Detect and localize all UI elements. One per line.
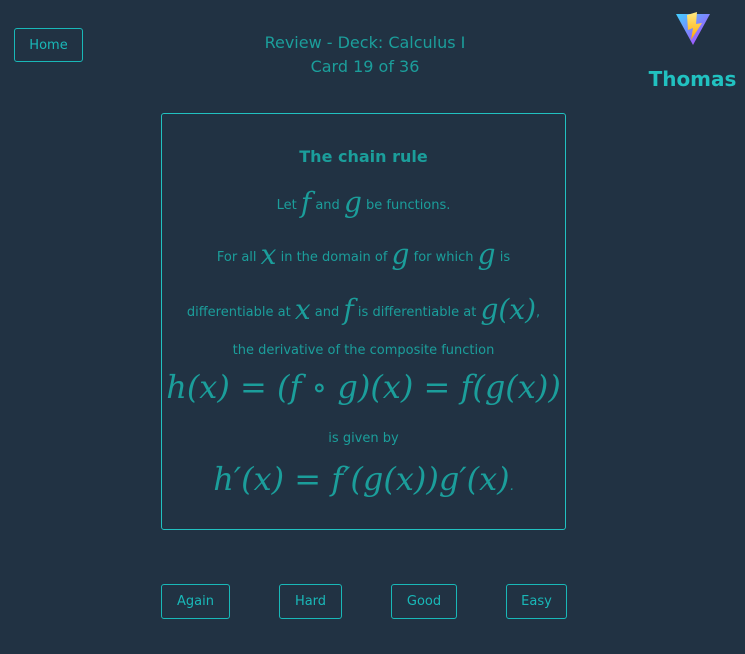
text: Let <box>276 198 297 213</box>
text: be functions. <box>366 198 451 213</box>
text: For all <box>216 250 257 265</box>
text: is <box>499 250 511 265</box>
math-g: g <box>391 238 410 271</box>
card-line-2: For all x in the domain of g for which g… <box>162 238 565 271</box>
text: in the domain of <box>280 250 388 265</box>
given-text: is given by <box>328 431 399 446</box>
deck-title: Review - Deck: Calculus I <box>264 33 466 52</box>
text: differentiable at <box>186 305 291 320</box>
math-gx: g(x) <box>480 293 536 326</box>
math-f: f <box>300 186 312 219</box>
text: is differentiable at <box>357 305 477 320</box>
user-name[interactable]: Thomas <box>640 67 745 91</box>
flashcard: The chain rule Let f and g be functions.… <box>161 113 566 530</box>
card-title: The chain rule <box>299 147 428 166</box>
again-button[interactable]: Again <box>161 584 230 619</box>
math-x: x <box>294 293 311 326</box>
card-counter: Card 19 of 36 <box>310 57 420 76</box>
card-line-1: Let f and g be functions. <box>162 186 565 219</box>
text: , <box>536 305 541 320</box>
formula-period: . <box>509 479 514 494</box>
good-button[interactable]: Good <box>391 584 457 619</box>
math-g: g <box>477 238 496 271</box>
formula-composite: h(x) = (f ∘ g)(x) = f(g(x)) <box>166 368 561 406</box>
math-g: g <box>343 186 362 219</box>
formula-chain-rule: h′(x) = f′(g(x))g′(x). <box>162 460 565 498</box>
composite-text: the derivative of the composite function <box>232 343 495 358</box>
formula-body: h′(x) = f′(g(x))g′(x) <box>213 460 510 498</box>
review-header: Review - Deck: Calculus I Card 19 of 36 <box>165 31 565 79</box>
math-f: f <box>343 293 354 326</box>
card-line-3: differentiable at x and f is differentia… <box>162 293 565 326</box>
text: and <box>315 198 340 213</box>
vite-logo-icon <box>676 12 710 45</box>
easy-button[interactable]: Easy <box>506 584 567 619</box>
hard-button[interactable]: Hard <box>279 584 342 619</box>
home-button[interactable]: Home <box>14 28 83 62</box>
text: and <box>314 305 340 320</box>
text: for which <box>413 250 474 265</box>
math-x: x <box>260 238 277 271</box>
